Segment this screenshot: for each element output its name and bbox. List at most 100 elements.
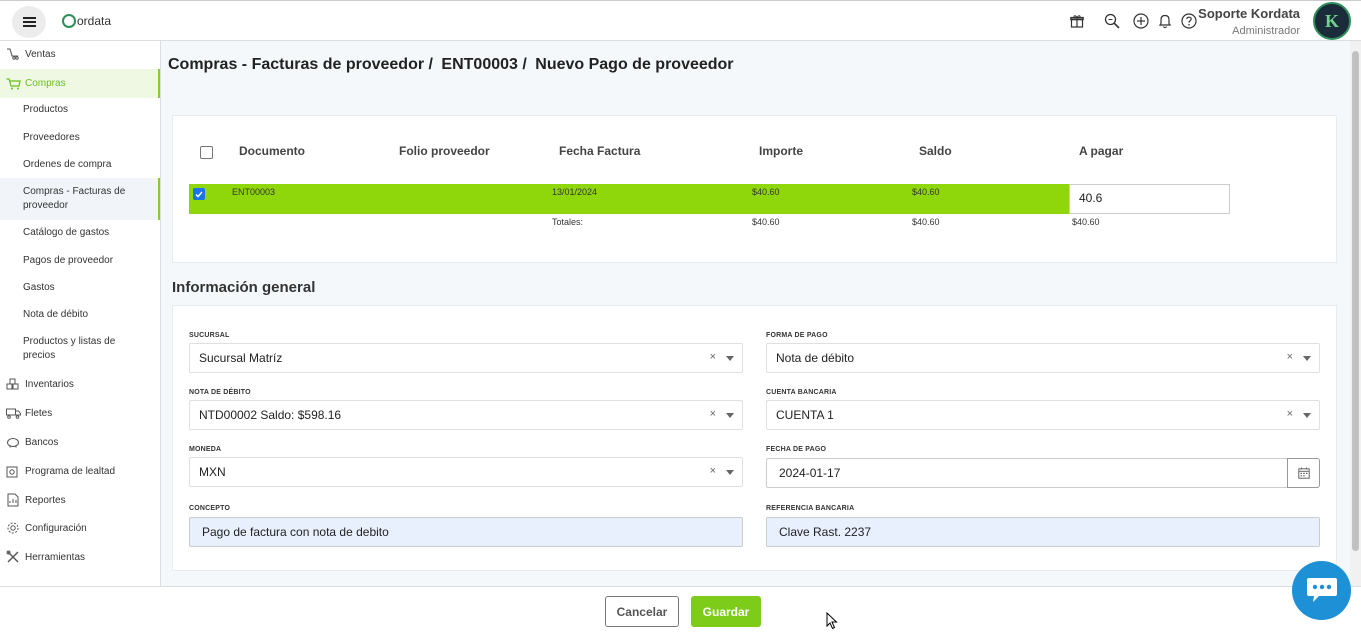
sidebar-item-fletes[interactable]: Fletes (0, 405, 160, 421)
sidebar-subitem-gastos[interactable]: Gastos (0, 281, 160, 295)
tools-icon (5, 550, 21, 564)
clear-icon[interactable]: × (1287, 351, 1293, 363)
chevron-down-icon[interactable] (726, 470, 734, 475)
moneda-value: MXN (199, 465, 226, 479)
a-pagar-input[interactable]: 40.6 (1069, 184, 1230, 214)
help-icon[interactable] (1181, 13, 1197, 29)
sidebar-item-compras[interactable]: Compras (0, 69, 160, 98)
top-bar: ordata Soporte Kordata Administrador K (0, 0, 1361, 41)
cuenta-bancaria-label: CUENTA BANCARIA (766, 389, 837, 396)
column-header-fecha: Fecha Factura (559, 144, 641, 158)
moneda-select[interactable]: MXN × (189, 457, 743, 487)
forma-pago-select[interactable]: Nota de débito × (766, 343, 1320, 373)
chevron-down-icon[interactable] (1303, 413, 1311, 418)
fecha-pago-label: FECHA DE PAGO (766, 446, 827, 453)
moneda-label: MONEDA (189, 446, 222, 453)
sidebar-subitem-facturas-proveedor[interactable]: Compras - Facturas de proveedor (0, 178, 160, 220)
sidebar: Ventas Compras Productos Proveedores Ord… (0, 41, 161, 586)
sidebar-item-label: Reportes (25, 494, 66, 506)
inventory-icon (5, 377, 21, 391)
breadcrumb-link-facturas[interactable]: Compras - Facturas de proveedor / (168, 56, 433, 73)
sidebar-item-configuracion[interactable]: Configuración (0, 520, 160, 536)
menu-toggle-button[interactable] (12, 6, 46, 38)
avatar[interactable]: K (1313, 2, 1351, 40)
clear-icon[interactable]: × (1287, 408, 1293, 420)
scrollbar[interactable] (1350, 41, 1361, 586)
sidebar-item-label: Fletes (25, 407, 53, 419)
sidebar-subitem-nota-debito[interactable]: Nota de débito (0, 308, 160, 322)
loyalty-icon (5, 464, 21, 478)
sidebar-subitem-catalogo-gastos[interactable]: Catálogo de gastos (0, 226, 160, 240)
bell-icon[interactable] (1157, 13, 1173, 29)
nota-debito-value: NTD00002 Saldo: $598.16 (199, 408, 342, 422)
nota-debito-label: NOTA DE DÉBITO (189, 389, 251, 396)
clear-icon[interactable]: × (710, 465, 716, 477)
sidebar-item-herramientas[interactable]: Herramientas (0, 549, 160, 565)
sidebar-item-inventarios[interactable]: Inventarios (0, 376, 160, 392)
cuenta-bancaria-select[interactable]: CUENTA 1 × (766, 400, 1320, 430)
save-button[interactable]: Guardar (691, 596, 761, 627)
truck-icon (5, 406, 21, 420)
concepto-label: CONCEPTO (189, 505, 231, 512)
action-footer: Cancelar Guardar (0, 586, 1361, 634)
user-info[interactable]: Soporte Kordata Administrador (1196, 6, 1300, 37)
sidebar-item-reportes[interactable]: Reportes (0, 492, 160, 508)
clear-icon[interactable]: × (710, 408, 716, 420)
sales-icon (5, 47, 21, 61)
totals-label: Totales: (552, 217, 584, 227)
referencia-input[interactable]: Clave Rast. 2237 (766, 517, 1320, 547)
gift-icon[interactable] (1069, 13, 1085, 29)
clear-icon[interactable]: × (710, 351, 716, 363)
sidebar-subitem-productos-listas-precios[interactable]: Productos y listas de precios (0, 335, 160, 363)
breadcrumb: Compras - Facturas de proveedor / ENT000… (168, 56, 734, 74)
chevron-down-icon[interactable] (726, 413, 734, 418)
logo-mark-icon (62, 14, 76, 28)
cell-saldo: $40.60 (912, 187, 940, 197)
checkmark-icon (195, 191, 203, 198)
table-row[interactable]: ENT00003 13/01/2024 $40.60 $40.60 (189, 184, 1070, 214)
sidebar-item-ventas[interactable]: Ventas (0, 46, 160, 62)
chat-button[interactable] (1292, 561, 1351, 620)
column-header-saldo: Saldo (919, 144, 952, 158)
report-icon (5, 493, 21, 507)
chevron-down-icon[interactable] (1303, 356, 1311, 361)
hamburger-icon (22, 21, 36, 23)
column-header-folio: Folio proveedor (399, 144, 490, 158)
nota-debito-select[interactable]: NTD00002 Saldo: $598.16 × (189, 400, 743, 430)
sidebar-subitem-proveedores[interactable]: Proveedores (0, 131, 160, 145)
sidebar-subitem-pagos-proveedor[interactable]: Pagos de proveedor (0, 254, 160, 268)
header-icons (1069, 13, 1197, 29)
breadcrumb-current: Nuevo Pago de proveedor (535, 56, 734, 73)
search-zoom-icon[interactable] (1104, 13, 1120, 29)
sidebar-item-label: Configuración (25, 522, 87, 534)
sidebar-item-programa-lealtad[interactable]: Programa de lealtad (0, 463, 160, 479)
breadcrumb-link-document[interactable]: ENT00003 / (441, 56, 526, 73)
sidebar-item-label: Compras (25, 78, 66, 89)
forma-pago-value: Nota de débito (776, 351, 855, 365)
select-all-checkbox[interactable] (200, 146, 213, 159)
app-logo[interactable]: ordata (62, 14, 111, 28)
cuenta-bancaria-value: CUENTA 1 (776, 408, 834, 422)
total-saldo: $40.60 (912, 217, 940, 227)
sidebar-item-label: Bancos (25, 436, 59, 448)
gear-icon (5, 521, 21, 535)
cell-fecha: 13/01/2024 (552, 187, 598, 197)
add-circle-icon[interactable] (1133, 13, 1149, 29)
chevron-down-icon[interactable] (726, 356, 734, 361)
sidebar-item-bancos[interactable]: Bancos (0, 434, 160, 450)
scrollbar-thumb[interactable] (1352, 51, 1359, 551)
concepto-input[interactable]: Pago de factura con nota de debito (189, 517, 743, 547)
cancel-button[interactable]: Cancelar (605, 596, 679, 627)
row-checkbox[interactable] (193, 188, 205, 200)
referencia-label: REFERENCIA BANCARIA (766, 505, 855, 512)
sidebar-item-label: Programa de lealtad (25, 465, 116, 477)
user-role: Administrador (1232, 25, 1300, 37)
sucursal-select[interactable]: Sucursal Matríz × (189, 343, 743, 373)
cell-importe: $40.60 (752, 187, 780, 197)
calendar-button[interactable] (1287, 458, 1320, 488)
calendar-icon (1297, 467, 1310, 479)
cell-documento: ENT00003 (232, 187, 276, 197)
sidebar-subitem-ordenes-compra[interactable]: Ordenes de compra (0, 158, 160, 172)
sidebar-subitem-productos[interactable]: Productos (0, 103, 160, 117)
fecha-pago-input[interactable]: 2024-01-17 (766, 458, 1288, 488)
